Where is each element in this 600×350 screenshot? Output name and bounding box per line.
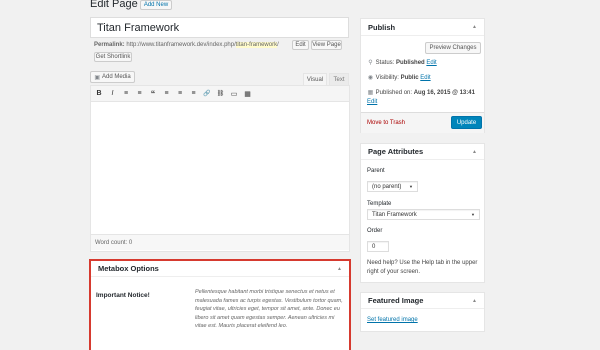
add-media-button[interactable]: ▣ Add Media: [90, 71, 135, 83]
unlink-icon[interactable]: ⛓: [216, 89, 226, 99]
update-button[interactable]: Update: [451, 116, 482, 129]
editor: B I ≡ ≡ “ ≡ ≡ ≡ 🔗 ⛓ ▭ ▦ Word count: 0: [90, 85, 350, 252]
tab-visual[interactable]: Visual: [303, 73, 327, 85]
permalink-label: Permalink:: [94, 42, 125, 48]
publish-box: Publish ▲ Preview Changes ⚲ Status: Publ…: [360, 18, 485, 133]
title-input[interactable]: Titan Framework: [90, 17, 349, 38]
collapse-icon[interactable]: ▲: [337, 266, 342, 272]
permalink-edit-button[interactable]: Edit: [292, 40, 309, 50]
page-title: Edit Page: [90, 0, 138, 10]
status-value: Published: [396, 60, 425, 66]
template-label: Template: [367, 201, 392, 207]
permalink: Permalink: http://www.titanframework.dev…: [94, 42, 279, 48]
notice-label: Important Notice!: [96, 292, 150, 299]
eye-icon: ◉: [367, 75, 374, 81]
visibility-value: Public: [400, 75, 419, 81]
status-label: Status:: [375, 60, 395, 66]
view-page-button[interactable]: View Page: [311, 40, 342, 50]
collapse-icon[interactable]: ▲: [472, 24, 477, 30]
permalink-end: /: [277, 42, 279, 48]
add-media-label: Add Media: [101, 74, 131, 80]
publish-header[interactable]: Publish ▲: [361, 19, 484, 36]
parent-select[interactable]: (no parent) ▼: [367, 181, 418, 192]
featured-image-header[interactable]: Featured Image ▲: [361, 293, 484, 309]
publish-actions: Move to Trash Update: [361, 112, 484, 133]
collapse-icon[interactable]: ▲: [472, 298, 477, 304]
visibility-label: Visibility:: [375, 75, 399, 81]
metabox-options: Metabox Options ▲ Important Notice! Pell…: [89, 259, 351, 350]
bold-button[interactable]: B: [94, 89, 104, 99]
order-input[interactable]: 0: [367, 241, 389, 252]
page-attributes-header[interactable]: Page Attributes ▲: [361, 144, 484, 160]
align-center-button[interactable]: ≡: [175, 89, 185, 99]
italic-button[interactable]: I: [108, 89, 118, 99]
help-text: Need help? Use the Help tab in the upper…: [367, 260, 478, 275]
link-icon[interactable]: 🔗: [202, 89, 212, 99]
word-count: Word count: 0: [91, 234, 349, 250]
permalink-base: http://www.titanframework.dev/index.php/: [126, 42, 236, 48]
editor-toolbar: B I ≡ ≡ “ ≡ ≡ ≡ 🔗 ⛓ ▭ ▦: [91, 86, 349, 102]
set-featured-image-link[interactable]: Set featured image: [367, 317, 418, 323]
publish-title: Publish: [368, 22, 396, 32]
read-more-icon[interactable]: ▭: [229, 89, 239, 99]
notice-text: Pellentesque habitant morbi tristique se…: [195, 289, 343, 330]
blockquote-button[interactable]: “: [148, 89, 158, 99]
editor-content[interactable]: [91, 102, 349, 224]
pin-icon: ⚲: [368, 60, 373, 66]
visibility-row: ◉ Visibility: Public Edit: [367, 74, 431, 81]
numbered-list-button[interactable]: ≡: [135, 89, 145, 99]
move-to-trash-link[interactable]: Move to Trash: [367, 120, 405, 126]
chevron-down-icon: ▼: [409, 184, 413, 189]
published-value: Aug 16, 2015 @ 13:41: [413, 90, 475, 96]
status-row: ⚲ Status: Published Edit: [367, 59, 436, 66]
chevron-down-icon: ▼: [471, 212, 475, 217]
collapse-icon[interactable]: ▲: [472, 149, 477, 155]
calendar-icon: ▦: [367, 90, 374, 96]
get-shortlink-button[interactable]: Get Shortlink: [94, 52, 132, 62]
published-row: ▦ Published on: Aug 16, 2015 @ 13:41 Edi…: [367, 89, 475, 107]
metabox-header[interactable]: Metabox Options ▲: [91, 261, 349, 277]
template-select[interactable]: Titan Framework ▼: [367, 209, 480, 220]
page-attributes-box: Page Attributes ▲ Parent (no parent) ▼ T…: [360, 143, 485, 283]
bulleted-list-button[interactable]: ≡: [121, 89, 131, 99]
preview-changes-button[interactable]: Preview Changes: [425, 42, 481, 54]
tab-text[interactable]: Text: [329, 73, 349, 85]
metabox-title: Metabox Options: [98, 264, 159, 273]
published-edit-link[interactable]: Edit: [367, 99, 377, 105]
visibility-edit-link[interactable]: Edit: [420, 75, 430, 81]
add-new-button[interactable]: Add New: [140, 0, 172, 10]
permalink-slug[interactable]: titan-framework: [235, 42, 278, 48]
align-left-button[interactable]: ≡: [162, 89, 172, 99]
toolbar-toggle-icon[interactable]: ▦: [243, 89, 253, 99]
featured-image-title: Featured Image: [368, 296, 424, 305]
page-attributes-title: Page Attributes: [368, 147, 424, 156]
published-label: Published on:: [375, 90, 413, 96]
order-label: Order: [367, 228, 383, 234]
parent-label: Parent: [367, 168, 385, 174]
align-right-button[interactable]: ≡: [189, 89, 199, 99]
parent-value: (no parent): [372, 183, 402, 190]
template-value: Titan Framework: [372, 211, 417, 218]
featured-image-box: Featured Image ▲ Set featured image: [360, 292, 485, 332]
media-icon: ▣: [94, 74, 100, 81]
status-edit-link[interactable]: Edit: [426, 60, 436, 66]
